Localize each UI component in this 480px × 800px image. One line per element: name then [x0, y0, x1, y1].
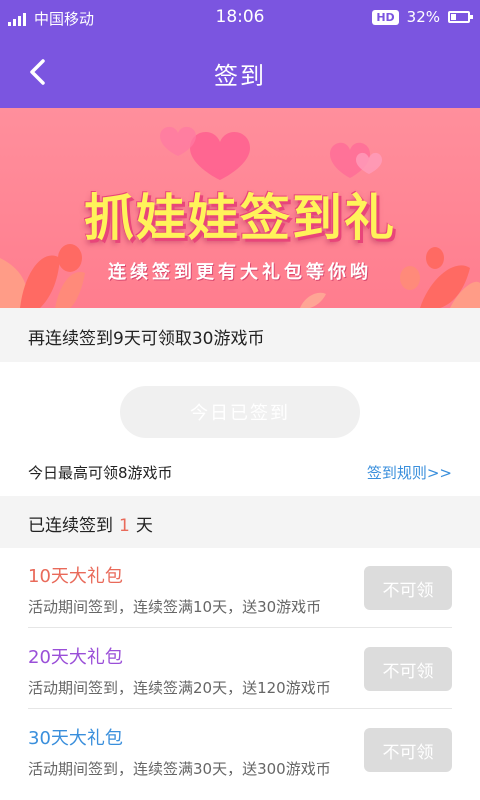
gift-desc: 活动期间签到，连续签满30天，送300游戏币 [28, 760, 331, 778]
gift-item-20: 20天大礼包 活动期间签到，连续签满20天，送120游戏币 不可领 [0, 629, 480, 709]
status-bar: 中国移动 18:06 HD 32% [0, 0, 480, 34]
consecutive-tip: 再连续签到9天可领取30游戏币 [28, 329, 265, 349]
gift-title: 30天大礼包 [28, 728, 123, 749]
streak-suffix: 天 [135, 516, 153, 536]
divider [28, 627, 452, 628]
signin-rules-link[interactable]: 签到规则>> [367, 462, 452, 483]
battery-percent: 32% [406, 8, 440, 26]
signin-banner: 抓娃娃签到礼 连续签到更有大礼包等你哟 [0, 108, 480, 308]
max-coins-text: 今日最高可领8游戏币 [28, 464, 173, 482]
gift-desc: 活动期间签到，连续签满20天，送120游戏币 [28, 679, 331, 697]
battery-icon [448, 11, 473, 23]
page-title: 签到 [214, 62, 266, 90]
streak-prefix: 已连续签到 [28, 516, 113, 536]
status-right: HD 32% [372, 8, 473, 26]
gift-title: 10天大礼包 [28, 566, 123, 587]
nav-bar: 签到 [0, 34, 480, 108]
consecutive-tip-row: 再连续签到9天可领取30游戏币 [0, 308, 480, 362]
gift-item-30: 30天大礼包 活动期间签到，连续签满30天，送300游戏币 不可领 [0, 710, 480, 790]
divider [28, 708, 452, 709]
streak-row: 已连续签到 1 天 [0, 496, 480, 548]
claim-button[interactable]: 不可领 [364, 728, 452, 772]
claim-button[interactable]: 不可领 [364, 566, 452, 610]
gift-desc: 活动期间签到，连续签满10天，送30游戏币 [28, 598, 322, 616]
banner-subtitle: 连续签到更有大礼包等你哟 [108, 262, 372, 283]
streak-text: 已连续签到 1 天 [28, 511, 153, 536]
signed-today-button[interactable]: 今日已签到 [120, 386, 360, 438]
gift-item-10: 10天大礼包 活动期间签到，连续签满10天，送30游戏币 不可领 [0, 548, 480, 628]
banner-title: 抓娃娃签到礼 [84, 189, 396, 247]
gift-title: 20天大礼包 [28, 647, 123, 668]
streak-days: 1 [119, 516, 130, 536]
claim-button[interactable]: 不可领 [364, 647, 452, 691]
hd-badge: HD [372, 9, 399, 25]
